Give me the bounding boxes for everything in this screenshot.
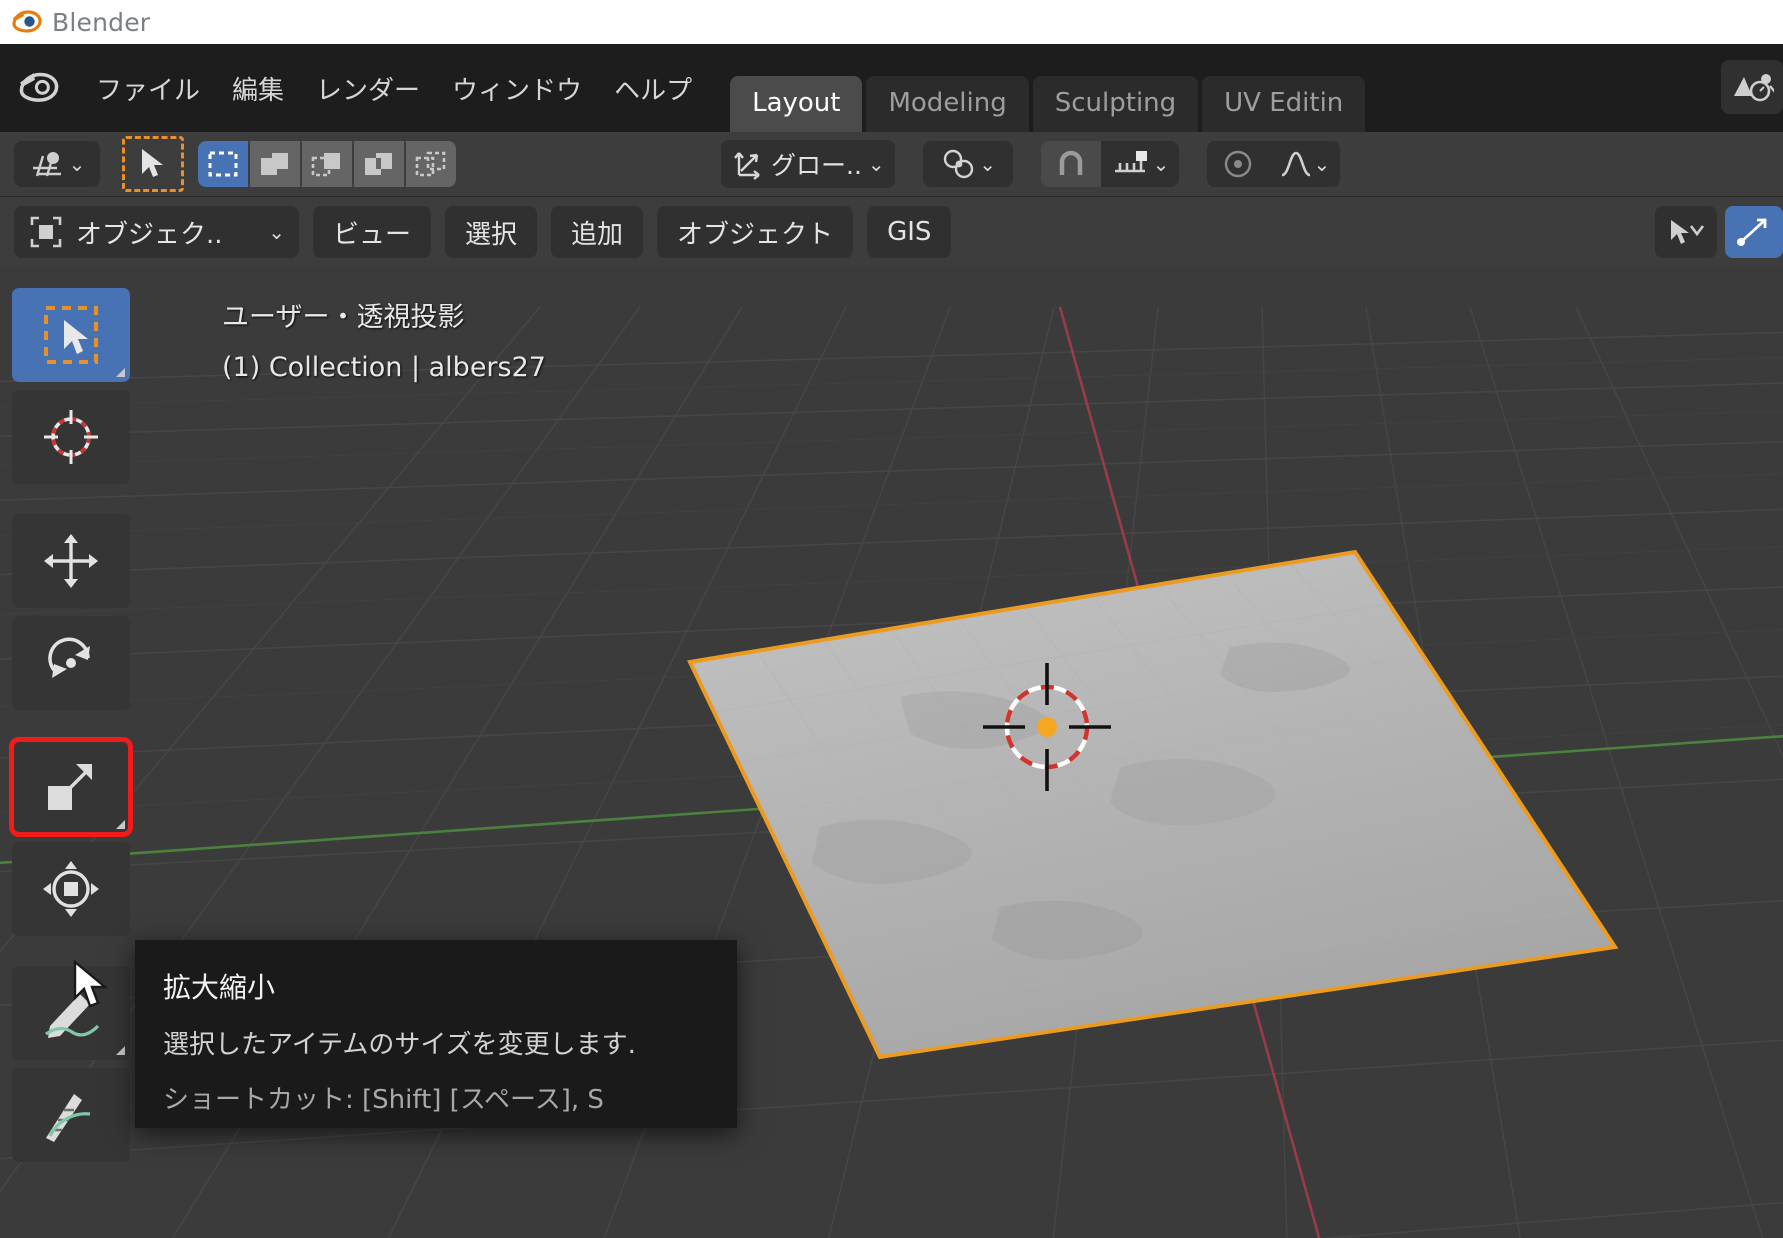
tool-settings-bar: ⌄ グロー.. ⌄ ⌄ ⌄ ⌄ [0, 132, 1783, 197]
tooltip-shortcut: ショートカット: [Shift] [スペース], S [163, 1085, 604, 1115]
3d-cursor-tool-icon [44, 410, 98, 464]
app-title: Blender [52, 7, 151, 37]
tab-sculpting[interactable]: Sculpting [1032, 76, 1199, 132]
tool-cursor[interactable] [12, 390, 130, 484]
proportional-falloff-dropdown[interactable]: ⌄ [1269, 141, 1341, 187]
tool-corner-indicator [116, 820, 125, 829]
tooltip-description: 選択したアイテムのサイズを変更します. [163, 1030, 636, 1060]
proportional-edit-icon[interactable] [1207, 141, 1270, 187]
select-invert-icon[interactable] [354, 141, 404, 187]
measure-tool-icon [46, 1094, 91, 1142]
tooltip-title: 拡大縮小 [163, 971, 276, 1004]
object-mode-dropdown[interactable]: オブジェク.. ⌄ [14, 206, 299, 258]
scale-tool-icon [48, 764, 92, 810]
tab-uv-editing[interactable]: UV Editin [1202, 76, 1366, 132]
3d-viewport[interactable]: ユーザー・透視投影 (1) Collection | albers27 拡大縮小… [0, 267, 1783, 1238]
tweak-select-cursor-icon[interactable] [122, 136, 184, 192]
select-subtract-icon[interactable] [302, 141, 352, 187]
tweak-select-icon [44, 306, 98, 364]
snap-target-dropdown[interactable]: ⌄ [1100, 141, 1180, 187]
viewport-header: オブジェク.. ⌄ ビュー 選択 追加 オブジェクト GIS [0, 197, 1783, 267]
transform-orientation-icon [734, 152, 760, 180]
transform-orientation-dropdown[interactable]: グロー.. ⌄ [721, 140, 895, 188]
proportional-edit-controls: ⌄ [1207, 141, 1341, 187]
viewport-scene-label: (1) Collection | albers27 [222, 352, 546, 383]
blender-logo-icon [10, 5, 44, 39]
tool-annotate[interactable] [12, 966, 130, 1060]
chevron-down-icon: ⌄ [68, 152, 86, 176]
viewport-view-label: ユーザー・透視投影 [222, 302, 465, 333]
chevron-down-icon: ⌄ [867, 152, 885, 176]
tool-transform[interactable] [12, 842, 130, 936]
tool-corner-indicator [116, 368, 125, 377]
tab-modeling[interactable]: Modeling [866, 76, 1029, 132]
cursor-filter-icon [1671, 220, 1705, 244]
object-mode-label: オブジェク.. [76, 219, 223, 250]
menu-window[interactable]: ウィンドウ [436, 64, 598, 113]
window-titlebar: Blender [0, 0, 1783, 44]
object-origin-dot [1037, 717, 1057, 737]
chevron-down-icon: ⌄ [1313, 152, 1331, 176]
rotate-tool-icon [48, 637, 90, 678]
transform-tool-icon [43, 861, 99, 917]
menu-select[interactable]: 選択 [445, 206, 538, 258]
chevron-down-icon: ⌄ [979, 152, 997, 176]
menu-gis[interactable]: GIS [867, 206, 952, 258]
tool-corner-indicator [116, 1046, 125, 1055]
select-mode-group [198, 141, 456, 187]
scene-render-icon[interactable] [1721, 60, 1783, 114]
gizmo-toggle-button[interactable] [1725, 206, 1783, 258]
falloff-smooth-icon [1281, 151, 1311, 177]
workspace-tabs: Layout Modeling Sculpting UV Editin [730, 44, 1369, 132]
tool-move[interactable] [12, 514, 130, 608]
tool-scale[interactable] [9, 737, 133, 837]
menu-help[interactable]: ヘルプ [598, 64, 708, 113]
chevron-down-icon: ⌄ [268, 220, 285, 244]
select-intersect-icon[interactable] [406, 141, 456, 187]
top-menu-bar: ファイル 編集 レンダー ウィンドウ ヘルプ Layout Modeling S… [0, 44, 1783, 132]
gizmo-icon [1737, 218, 1767, 246]
tool-rotate[interactable] [12, 616, 130, 710]
menu-render[interactable]: レンダー [300, 64, 436, 113]
select-extend-icon[interactable] [250, 141, 300, 187]
menu-add[interactable]: 追加 [551, 206, 644, 258]
snap-controls: ⌄ [1040, 141, 1180, 187]
transform-orientation-value: グロー.. [771, 151, 862, 180]
visibility-selectability-button[interactable] [1655, 206, 1717, 258]
object-mode-icon [30, 216, 62, 248]
snap-magnet-icon[interactable] [1040, 141, 1101, 187]
tool-tweak[interactable] [12, 288, 130, 382]
pivot-point-dropdown[interactable]: ⌄ [922, 141, 1013, 187]
chevron-down-icon: ⌄ [1152, 152, 1170, 176]
viewport-toolbar [9, 288, 133, 1170]
menu-object[interactable]: オブジェクト [657, 206, 854, 258]
select-set-icon[interactable] [198, 141, 248, 187]
snap-increment-icon [1114, 151, 1147, 173]
tool-measure[interactable] [12, 1068, 130, 1162]
tab-layout[interactable]: Layout [730, 76, 863, 132]
blender-menu-icon[interactable] [16, 65, 62, 111]
pivot-point-icon [944, 149, 974, 179]
editor-type-3dview-icon[interactable]: ⌄ [14, 141, 100, 187]
tool-tooltip: 拡大縮小 選択したアイテムのサイズを変更します. ショートカット: [Shift… [135, 940, 737, 1128]
viewport-header-right [1647, 206, 1783, 258]
menu-view[interactable]: ビュー [313, 206, 432, 258]
menu-file[interactable]: ファイル [80, 64, 216, 113]
move-tool-icon [44, 534, 98, 588]
menu-edit[interactable]: 編集 [216, 64, 300, 113]
mouse-cursor-icon [72, 959, 112, 1016]
